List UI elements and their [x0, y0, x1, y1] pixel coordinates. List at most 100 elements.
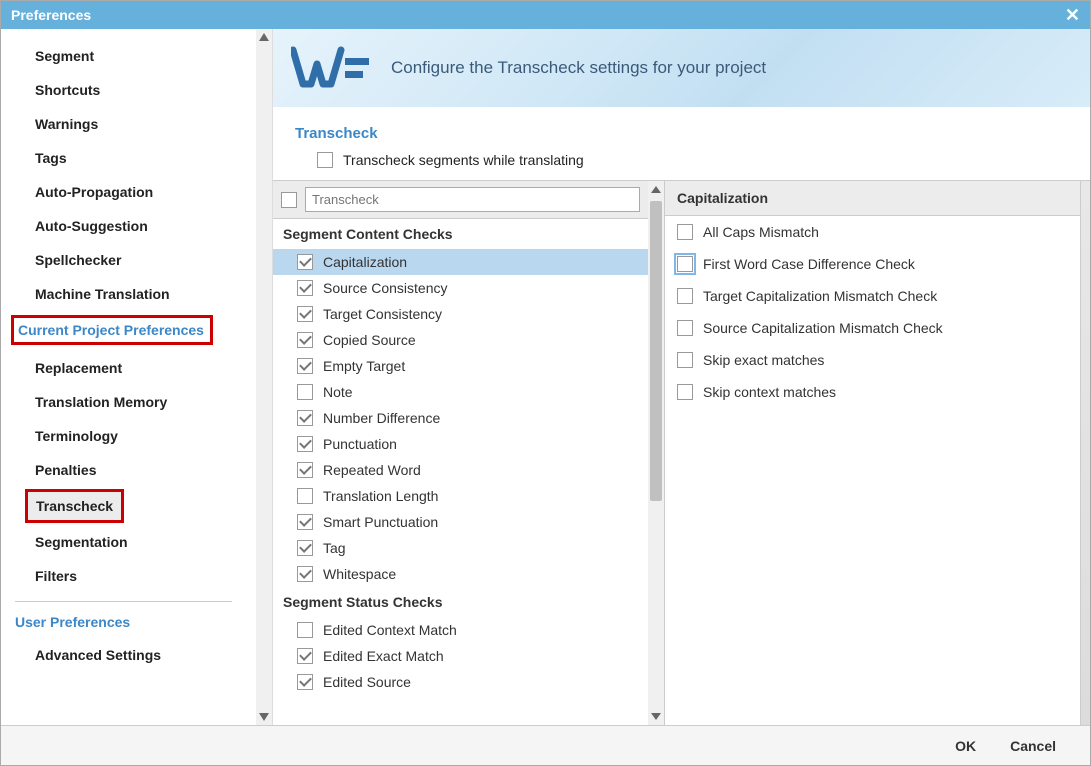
- checkbox-target-capitalization-mismatch-check[interactable]: [677, 288, 693, 304]
- sidebar-item-spellchecker[interactable]: Spellchecker: [1, 243, 252, 277]
- checkbox-edited-source[interactable]: [297, 674, 313, 690]
- detail-option-target-capitalization-mismatch-check[interactable]: Target Capitalization Mismatch Check: [665, 280, 1080, 312]
- detail-option-label: First Word Case Difference Check: [703, 256, 915, 272]
- checkbox-smart-punctuation[interactable]: [297, 514, 313, 530]
- detail-option-skip-exact-matches[interactable]: Skip exact matches: [665, 344, 1080, 376]
- titlebar: Preferences ✕: [1, 1, 1090, 29]
- check-row-whitespace[interactable]: Whitespace: [273, 561, 648, 587]
- checkbox-empty-target[interactable]: [297, 358, 313, 374]
- ok-button[interactable]: OK: [955, 738, 976, 754]
- sidebar-item-tags[interactable]: Tags: [1, 141, 252, 175]
- section-label-transcheck: Transcheck: [273, 107, 1090, 152]
- sidebar-item-auto-suggestion[interactable]: Auto-Suggestion: [1, 209, 252, 243]
- sidebar-item-filters[interactable]: Filters: [1, 559, 252, 593]
- sidebar-item-translation-memory[interactable]: Translation Memory: [1, 385, 252, 419]
- detail-option-skip-context-matches[interactable]: Skip context matches: [665, 376, 1080, 408]
- close-icon[interactable]: ✕: [1065, 5, 1080, 26]
- scroll-thumb[interactable]: [650, 201, 662, 501]
- checkbox-source-consistency[interactable]: [297, 280, 313, 296]
- checkbox-source-capitalization-mismatch-check[interactable]: [677, 320, 693, 336]
- check-label: Note: [323, 384, 353, 400]
- check-label: Source Consistency: [323, 280, 448, 296]
- checkbox-capitalization[interactable]: [297, 254, 313, 270]
- checkbox-repeated-word[interactable]: [297, 462, 313, 478]
- check-row-edited-exact-match[interactable]: Edited Exact Match: [273, 643, 648, 669]
- check-row-smart-punctuation[interactable]: Smart Punctuation: [273, 509, 648, 535]
- checkbox-punctuation[interactable]: [297, 436, 313, 452]
- checkbox-translation-length[interactable]: [297, 488, 313, 504]
- app-logo-icon: [291, 44, 373, 92]
- main-right-scrollbar[interactable]: [1080, 181, 1090, 725]
- detail-option-source-capitalization-mismatch-check[interactable]: Source Capitalization Mismatch Check: [665, 312, 1080, 344]
- sidebar-item-warnings[interactable]: Warnings: [1, 107, 252, 141]
- check-label: Whitespace: [323, 566, 396, 582]
- check-row-edited-source[interactable]: Edited Source: [273, 669, 648, 695]
- check-label: Translation Length: [323, 488, 438, 504]
- check-row-tag[interactable]: Tag: [273, 535, 648, 561]
- while-translating-label: Transcheck segments while translating: [343, 152, 584, 168]
- checkbox-number-difference[interactable]: [297, 410, 313, 426]
- sidebar-item-transcheck[interactable]: Transcheck: [25, 489, 124, 523]
- check-row-translation-length[interactable]: Translation Length: [273, 483, 648, 509]
- filter-input[interactable]: [305, 187, 640, 212]
- checkbox-target-consistency[interactable]: [297, 306, 313, 322]
- checkbox-edited-context-match[interactable]: [297, 622, 313, 638]
- check-row-punctuation[interactable]: Punctuation: [273, 431, 648, 457]
- check-row-copied-source[interactable]: Copied Source: [273, 327, 648, 353]
- checkbox-note[interactable]: [297, 384, 313, 400]
- check-label: Repeated Word: [323, 462, 421, 478]
- banner: Configure the Transcheck settings for yo…: [273, 29, 1090, 107]
- checkbox-skip-exact-matches[interactable]: [677, 352, 693, 368]
- detail-option-label: Target Capitalization Mismatch Check: [703, 288, 937, 304]
- checkbox-tag[interactable]: [297, 540, 313, 556]
- detail-option-label: Skip exact matches: [703, 352, 824, 368]
- check-row-edited-context-match[interactable]: Edited Context Match: [273, 617, 648, 643]
- check-row-repeated-word[interactable]: Repeated Word: [273, 457, 648, 483]
- detail-option-label: Skip context matches: [703, 384, 836, 400]
- detail-option-label: Source Capitalization Mismatch Check: [703, 320, 943, 336]
- check-label: Edited Exact Match: [323, 648, 444, 664]
- sidebar-item-machine-translation[interactable]: Machine Translation: [1, 277, 252, 311]
- master-checkbox[interactable]: [281, 192, 297, 208]
- main-pane: Configure the Transcheck settings for yo…: [273, 29, 1090, 725]
- check-row-empty-target[interactable]: Empty Target: [273, 353, 648, 379]
- check-row-number-difference[interactable]: Number Difference: [273, 405, 648, 431]
- while-translating-toggle[interactable]: Transcheck segments while translating: [273, 152, 1090, 180]
- sidebar-scrollbar[interactable]: [256, 29, 272, 725]
- sidebar-item-segment[interactable]: Segment: [1, 39, 252, 73]
- sidebar-divider: [15, 601, 232, 602]
- preferences-dialog: Preferences ✕ SegmentShortcutsWarningsTa…: [0, 0, 1091, 766]
- sidebar-item-auto-propagation[interactable]: Auto-Propagation: [1, 175, 252, 209]
- checkbox-first-word-case-difference-check[interactable]: [677, 256, 693, 272]
- check-row-source-consistency[interactable]: Source Consistency: [273, 275, 648, 301]
- checkbox-whitespace[interactable]: [297, 566, 313, 582]
- sidebar-item-penalties[interactable]: Penalties: [1, 453, 252, 487]
- sidebar-item-segmentation[interactable]: Segmentation: [1, 525, 252, 559]
- check-label: Capitalization: [323, 254, 407, 270]
- sidebar-item-shortcuts[interactable]: Shortcuts: [1, 73, 252, 107]
- check-label: Smart Punctuation: [323, 514, 438, 530]
- check-list-scrollbar[interactable]: [648, 181, 664, 725]
- check-list-column: Segment Content ChecksCapitalizationSour…: [273, 181, 665, 725]
- sidebar-item-replacement[interactable]: Replacement: [1, 351, 252, 385]
- checkbox-edited-exact-match[interactable]: [297, 648, 313, 664]
- check-label: Empty Target: [323, 358, 405, 374]
- sidebar-inner: SegmentShortcutsWarningsTagsAuto-Propaga…: [1, 29, 256, 725]
- while-translating-checkbox[interactable]: [317, 152, 333, 168]
- check-row-note[interactable]: Note: [273, 379, 648, 405]
- check-row-capitalization[interactable]: Capitalization: [273, 249, 648, 275]
- sidebar-item-terminology[interactable]: Terminology: [1, 419, 252, 453]
- sidebar-item-advanced-settings[interactable]: Advanced Settings: [1, 638, 252, 672]
- checkbox-copied-source[interactable]: [297, 332, 313, 348]
- detail-option-label: All Caps Mismatch: [703, 224, 819, 240]
- detail-option-all-caps-mismatch[interactable]: All Caps Mismatch: [665, 216, 1080, 248]
- sidebar: SegmentShortcutsWarningsTagsAuto-Propaga…: [1, 29, 273, 725]
- detail-column: Capitalization All Caps MismatchFirst Wo…: [665, 181, 1080, 725]
- checkbox-all-caps-mismatch[interactable]: [677, 224, 693, 240]
- cancel-button[interactable]: Cancel: [1010, 738, 1056, 754]
- detail-option-first-word-case-difference-check[interactable]: First Word Case Difference Check: [665, 248, 1080, 280]
- checkbox-skip-context-matches[interactable]: [677, 384, 693, 400]
- check-row-target-consistency[interactable]: Target Consistency: [273, 301, 648, 327]
- dialog-title: Preferences: [11, 7, 91, 23]
- check-label: Edited Context Match: [323, 622, 457, 638]
